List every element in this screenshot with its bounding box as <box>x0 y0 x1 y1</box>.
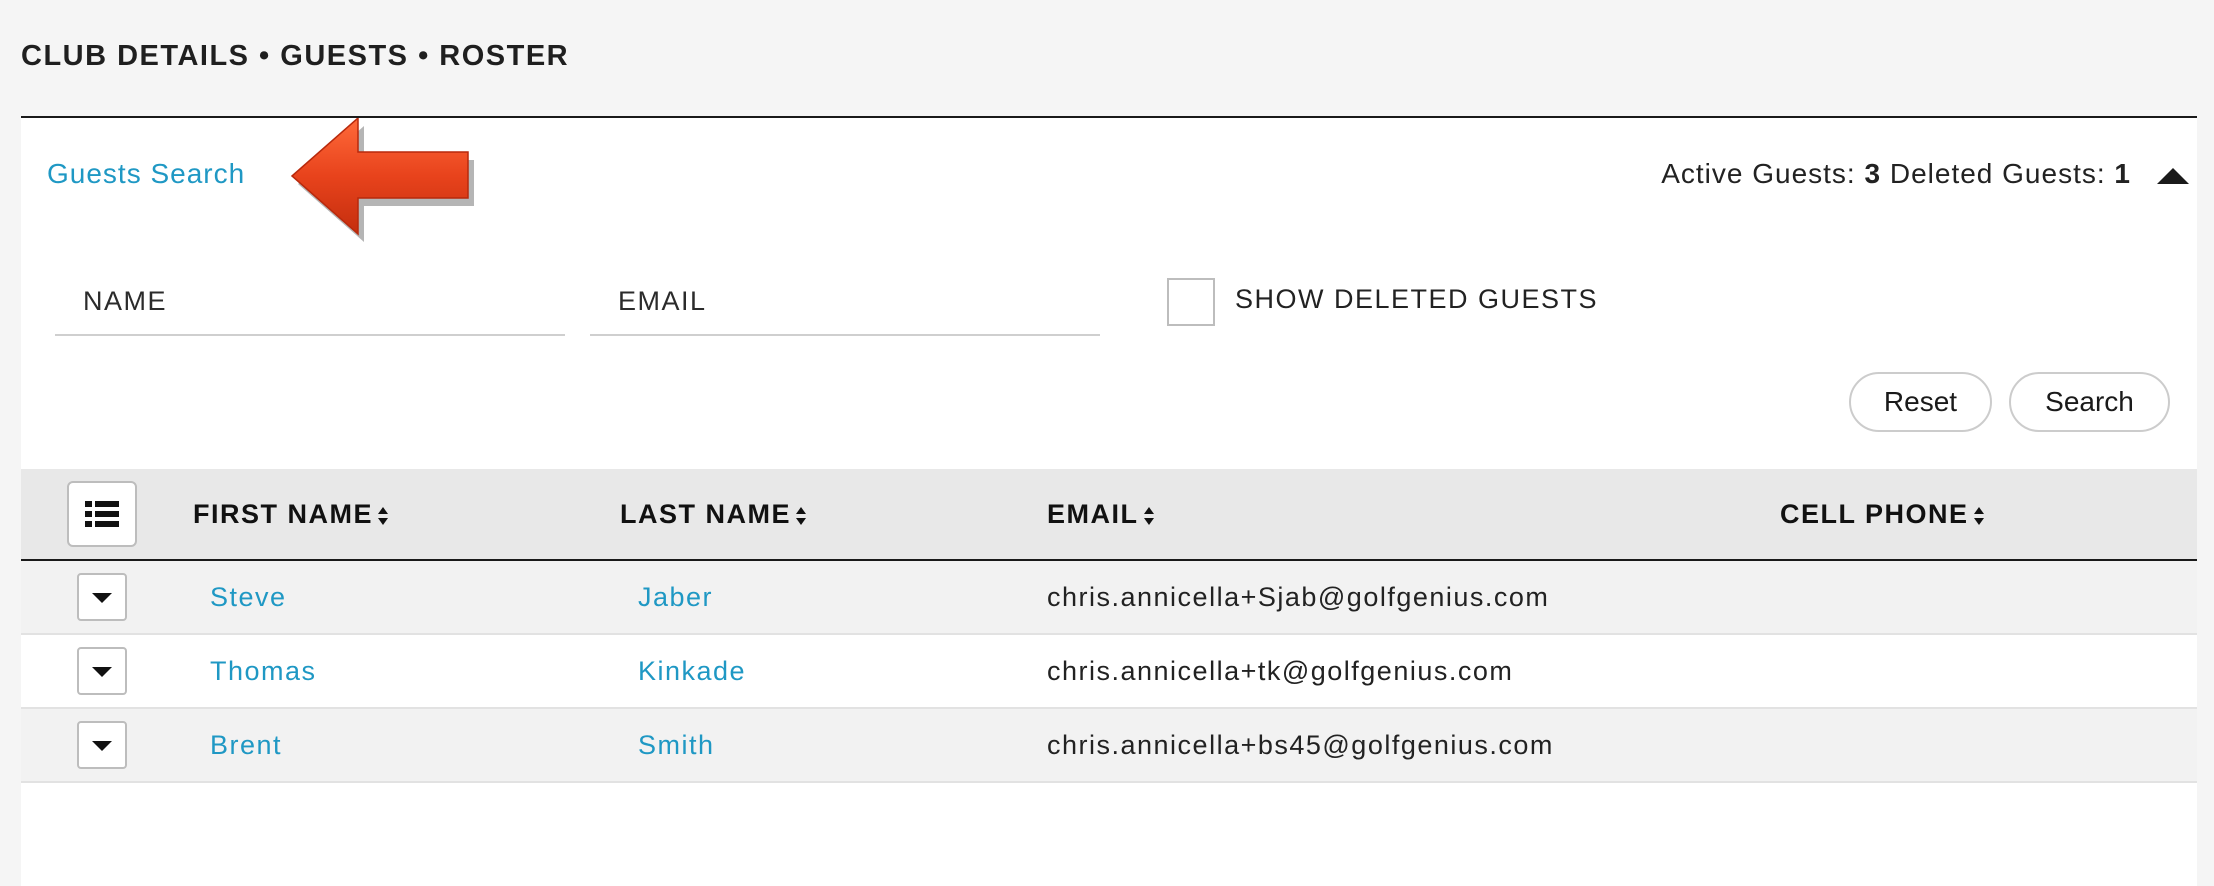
sort-icon <box>378 506 388 525</box>
annotation-arrow <box>272 116 482 258</box>
last-name-header-label: LAST NAME <box>620 499 791 529</box>
guest-first-name-link[interactable]: Thomas <box>210 656 317 687</box>
guest-counts: Active Guests: 3 Deleted Guests: 1 <box>1661 158 2131 190</box>
column-header-email[interactable]: EMAIL <box>1047 499 1155 530</box>
search-button[interactable]: Search <box>2009 372 2170 432</box>
guest-email: chris.annicella+Sjab@golfgenius.com <box>1047 582 1550 612</box>
email-header-label: EMAIL <box>1047 499 1139 529</box>
guest-email: chris.annicella+bs45@golfgenius.com <box>1047 730 1554 760</box>
sort-icon <box>1143 506 1154 525</box>
deleted-guests-count: 1 <box>2114 158 2131 189</box>
row-dropdown-caret-icon[interactable] <box>77 573 127 621</box>
table-row: Thomas Kinkade chris.annicella+tk@golfge… <box>21 635 2197 709</box>
column-header-last-name[interactable]: LAST NAME <box>620 499 807 530</box>
column-options-list-icon[interactable] <box>67 481 137 547</box>
active-guests-label: Active Guests: <box>1661 158 1856 189</box>
guest-email: chris.annicella+tk@golfgenius.com <box>1047 656 1514 686</box>
first-name-header-label: FIRST NAME <box>193 499 373 529</box>
column-header-first-name[interactable]: FIRST NAME <box>193 499 389 530</box>
show-deleted-label[interactable]: SHOW DELETED GUESTS <box>1235 284 1598 315</box>
guests-search-link[interactable]: Guests Search <box>47 158 245 190</box>
guests-search-panel: Guests Search Active Guests: 3 Deleted G… <box>21 116 2197 886</box>
table-row: Steve Jaber chris.annicella+Sjab@golfgen… <box>21 561 2197 635</box>
email-input[interactable] <box>590 268 1100 334</box>
column-header-cell-phone[interactable]: CELL PHONE <box>1780 499 1985 530</box>
row-dropdown-caret-icon[interactable] <box>77 647 127 695</box>
guest-first-name-link[interactable]: Brent <box>210 730 282 761</box>
sort-icon <box>796 506 806 525</box>
deleted-guests-label: Deleted Guests: <box>1889 158 2106 189</box>
guest-last-name-link[interactable]: Jaber <box>638 582 713 613</box>
active-guests-count: 3 <box>1864 158 1882 189</box>
guest-last-name-link[interactable]: Kinkade <box>638 656 746 687</box>
name-input[interactable] <box>55 268 565 334</box>
show-deleted-checkbox[interactable] <box>1167 278 1215 326</box>
guest-last-name-link[interactable]: Smith <box>638 730 715 761</box>
row-dropdown-caret-icon[interactable] <box>77 721 127 769</box>
name-field <box>55 268 565 336</box>
table-row: Brent Smith chris.annicella+bs45@golfgen… <box>21 709 2197 783</box>
guest-first-name-link[interactable]: Steve <box>210 582 287 613</box>
email-field <box>590 268 1100 336</box>
breadcrumb: CLUB DETAILS • GUESTS • ROSTER <box>21 40 570 72</box>
cell-phone-header-label: CELL PHONE <box>1780 499 1969 529</box>
collapse-caret-up-icon[interactable] <box>2149 156 2197 192</box>
table-header: FIRST NAME LAST NAME EMAIL CELL PHONE <box>21 469 2197 561</box>
sort-icon <box>1973 506 1984 525</box>
reset-button[interactable]: Reset <box>1849 372 1992 432</box>
